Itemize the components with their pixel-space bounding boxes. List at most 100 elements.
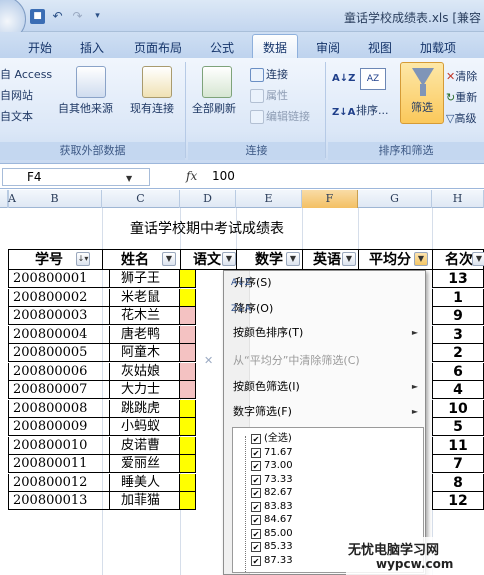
student-id-cell[interactable]: 200800009 [8, 418, 110, 436]
tab-data[interactable]: 数据 [252, 34, 299, 60]
student-name-cell[interactable]: 小蚂蚁 [102, 418, 180, 436]
student-name-cell[interactable]: 爱丽丝 [102, 455, 180, 473]
customize-qat-icon[interactable]: ▾ [90, 9, 105, 24]
student-name-cell[interactable]: 皮诺曹 [102, 436, 180, 455]
properties-button[interactable]: 属性 [250, 89, 288, 103]
name-box-dropdown-icon[interactable]: ▼ [126, 174, 132, 183]
column-header-e[interactable]: E [236, 190, 302, 208]
column-header-b[interactable]: B [8, 190, 102, 208]
chinese-score-cell[interactable] [180, 455, 196, 473]
reapply-button[interactable]: ↻重新 [446, 91, 477, 105]
filter-dropdown-chinese-icon[interactable]: ▼ [222, 252, 236, 266]
fx-icon[interactable]: fx [186, 169, 197, 183]
menu-clear-filter[interactable]: ✕ 从“平均分”中清除筛选(C) [204, 350, 425, 372]
menu-sort-by-color[interactable]: 按颜色排序(T) ► [224, 322, 425, 344]
tab-view[interactable]: 视图 [358, 36, 402, 59]
chinese-score-cell[interactable] [180, 270, 196, 288]
tab-home[interactable]: 开始 [18, 36, 62, 59]
save-icon[interactable]: ■ [30, 8, 45, 24]
column-header-c[interactable]: C [102, 190, 180, 208]
existing-connections-button[interactable]: 现有连接 [130, 102, 174, 116]
rank-cell[interactable]: 2 [432, 344, 484, 362]
filter-value-item[interactable]: ✔ 85.33 [251, 540, 293, 553]
tab-page-layout[interactable]: 页面布局 [124, 36, 192, 59]
chinese-score-cell[interactable] [180, 381, 196, 399]
checkbox-checked-icon[interactable]: ✔ [251, 434, 261, 444]
filter-value-item[interactable]: ✔ 87.33 [251, 554, 293, 567]
sort-asc-icon[interactable]: A↓Z [332, 72, 355, 86]
rank-cell[interactable]: 12 [432, 492, 484, 510]
filter-value-item[interactable]: ✔ 71.67 [251, 446, 293, 459]
chinese-score-cell[interactable] [180, 418, 196, 436]
filter-value-item[interactable]: ✔ 83.83 [251, 500, 293, 513]
student-name-cell[interactable]: 大力士 [102, 381, 180, 399]
student-name-cell[interactable]: 加菲猫 [102, 492, 180, 510]
checkbox-checked-icon[interactable]: ✔ [251, 542, 261, 552]
student-id-cell[interactable]: 200800006 [8, 362, 110, 381]
refresh-all-button[interactable]: 全部刷新 [192, 102, 236, 116]
sort-button[interactable]: 排序... [356, 104, 389, 118]
tab-addins[interactable]: 加载项 [410, 36, 466, 59]
tab-review[interactable]: 审阅 [306, 36, 350, 59]
chinese-score-cell[interactable] [180, 344, 196, 362]
student-id-cell[interactable]: 200800011 [8, 455, 110, 473]
menu-number-filters[interactable]: 数字筛选(F) ► [224, 401, 425, 423]
from-text-button[interactable]: 自文本 [0, 110, 33, 124]
chinese-score-cell[interactable] [180, 399, 196, 418]
student-id-cell[interactable]: 200800013 [8, 492, 110, 510]
from-web-button[interactable]: 自网站 [0, 89, 33, 103]
menu-filter-by-color[interactable]: 按颜色筛选(I) ► [224, 376, 425, 398]
rank-cell[interactable]: 9 [432, 307, 484, 325]
filter-value-item[interactable]: ✔ 82.67 [251, 486, 293, 499]
student-id-cell[interactable]: 200800002 [8, 288, 110, 307]
sort-desc-icon[interactable]: Z↓A [332, 106, 355, 120]
column-header-g[interactable]: G [358, 190, 432, 208]
filter-dropdown-name-icon[interactable]: ▼ [162, 252, 176, 266]
menu-sort-ascending[interactable]: A↓Z 升序(S) [224, 272, 425, 294]
student-id-cell[interactable]: 200800001 [8, 270, 110, 288]
chinese-score-cell[interactable] [180, 288, 196, 307]
rank-cell[interactable]: 10 [432, 399, 484, 418]
student-id-cell[interactable]: 200800010 [8, 436, 110, 455]
filter-dropdown-math-icon[interactable]: ▼ [286, 252, 300, 266]
filter-value-item[interactable]: ✔ 85.00 [251, 527, 293, 540]
filter-dropdown-average-icon[interactable]: ▼ [414, 252, 428, 266]
filter-value-item[interactable]: ✔ 73.33 [251, 473, 293, 486]
connections-button[interactable]: 连接 [250, 68, 288, 82]
student-id-cell[interactable]: 200800008 [8, 399, 110, 418]
clear-filter-button[interactable]: ✕清除 [446, 70, 477, 84]
column-header-h[interactable]: H [432, 190, 484, 208]
edit-links-button[interactable]: 编辑链接 [250, 110, 310, 124]
checkbox-checked-icon[interactable]: ✔ [251, 501, 261, 512]
chinese-score-cell[interactable] [180, 492, 196, 510]
column-header-d[interactable]: D [180, 190, 236, 208]
rank-cell[interactable]: 3 [432, 325, 484, 344]
filter-dropdown-english-icon[interactable]: ▼ [342, 252, 356, 266]
filter-value-item[interactable]: ✔ 84.67 [251, 513, 293, 526]
chinese-score-cell[interactable] [180, 473, 196, 492]
filter-value-item[interactable]: ✔ 73.00 [251, 459, 293, 472]
column-header-f[interactable]: F [302, 190, 358, 208]
student-id-cell[interactable]: 200800004 [8, 325, 110, 344]
redo-icon[interactable]: ↷ [70, 9, 85, 24]
menu-sort-descending[interactable]: Z↓A 降序(O) [224, 298, 425, 320]
chinese-score-cell[interactable] [180, 307, 196, 325]
student-name-cell[interactable]: 花木兰 [102, 307, 180, 325]
chinese-score-cell[interactable] [180, 325, 196, 344]
checkbox-checked-icon[interactable]: ✔ [251, 447, 261, 458]
student-id-cell[interactable]: 200800012 [8, 473, 110, 492]
checkbox-checked-icon[interactable]: ✔ [251, 461, 261, 471]
rank-cell[interactable]: 4 [432, 381, 484, 399]
filter-dropdown-rank-icon[interactable]: ▼ [472, 252, 484, 266]
rank-cell[interactable]: 1 [432, 288, 484, 307]
filter-dropdown-id-icon[interactable]: ↓▾ [76, 252, 90, 266]
rank-cell[interactable]: 7 [432, 455, 484, 473]
advanced-button[interactable]: ▽高级 [446, 112, 476, 126]
student-name-cell[interactable]: 跳跳虎 [102, 399, 180, 418]
checkbox-checked-icon[interactable]: ✔ [251, 528, 261, 539]
student-id-cell[interactable]: 200800007 [8, 381, 110, 399]
chinese-score-cell[interactable] [180, 436, 196, 455]
other-sources-button[interactable]: 自其他来源 [58, 102, 113, 116]
formula-input[interactable]: 100 [212, 169, 235, 183]
rank-cell[interactable]: 6 [432, 362, 484, 381]
